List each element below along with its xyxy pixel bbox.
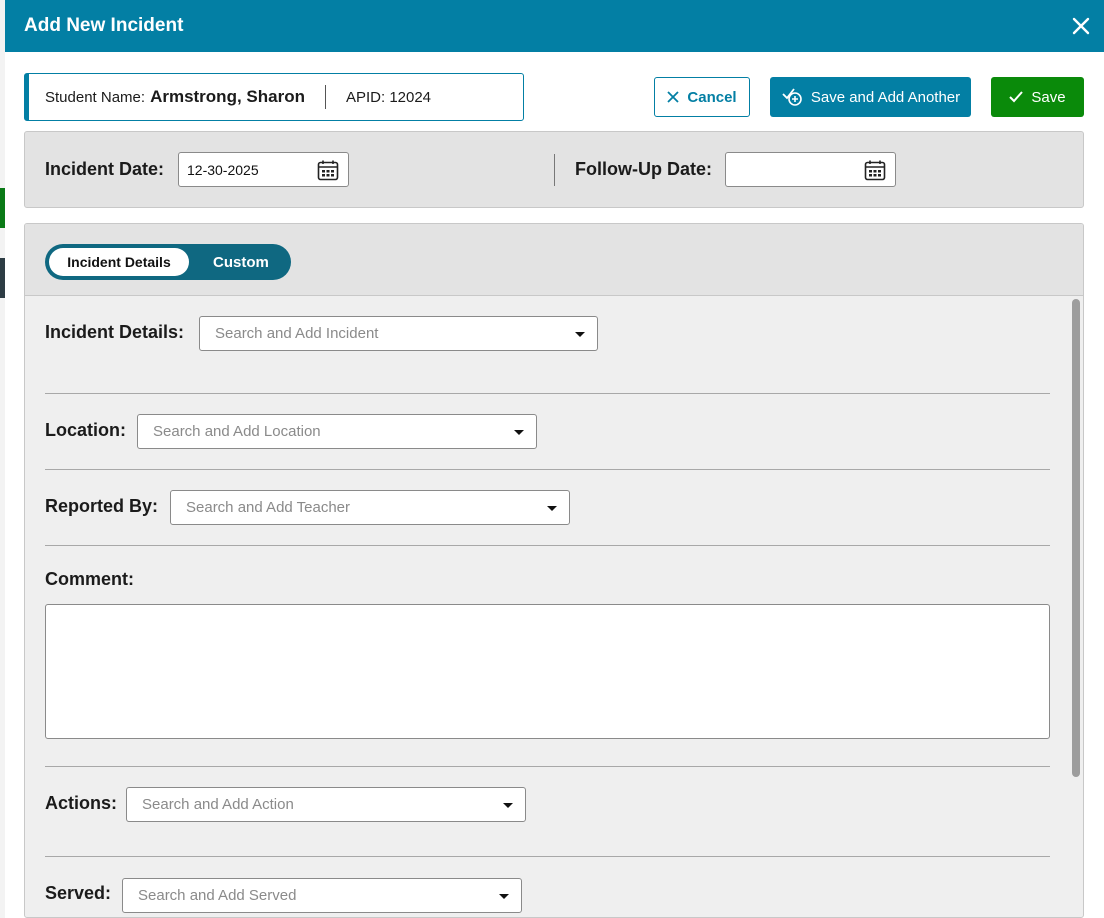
- close-icon[interactable]: [1072, 13, 1090, 39]
- incident-select[interactable]: Search and Add Incident: [199, 316, 598, 351]
- calendar-icon[interactable]: [864, 159, 886, 181]
- student-info-divider: [324, 85, 326, 109]
- add-incident-modal: Add New Incident Student Name: Armstrong…: [5, 0, 1104, 918]
- date-divider: [554, 154, 555, 186]
- incident-date-label: Incident Date:: [45, 159, 165, 179]
- served-select-placeholder: Search and Add Served: [138, 887, 297, 904]
- tab-incident-details[interactable]: Incident Details: [49, 248, 189, 276]
- divider: [45, 469, 1050, 470]
- dropdown-caret-icon: [503, 803, 513, 808]
- incident-date-value: 12-30-2025: [187, 162, 259, 178]
- location-label: Location:: [45, 420, 126, 440]
- location-select-placeholder: Search and Add Location: [153, 423, 321, 440]
- tab-header: Incident Details Custom: [25, 224, 1083, 296]
- reported-by-select-placeholder: Search and Add Teacher: [186, 499, 351, 516]
- location-select[interactable]: Search and Add Location: [137, 414, 537, 449]
- dropdown-caret-icon: [575, 332, 585, 337]
- close-icon: [667, 91, 680, 103]
- dropdown-caret-icon: [547, 506, 557, 511]
- followup-date-input[interactable]: [725, 152, 896, 187]
- actions-select-placeholder: Search and Add Action: [142, 796, 294, 813]
- actions-select[interactable]: Search and Add Action: [126, 787, 526, 822]
- student-info-card: Student Name: Armstrong, Sharon APID: 12…: [24, 73, 524, 121]
- tab-custom[interactable]: Custom: [213, 254, 269, 271]
- followup-date-label: Follow-Up Date:: [575, 159, 712, 179]
- save-and-add-another-button[interactable]: Save and Add Another: [770, 77, 971, 117]
- check-icon: [1009, 91, 1024, 103]
- served-label: Served:: [45, 883, 112, 903]
- incident-select-placeholder: Search and Add Incident: [215, 325, 379, 342]
- incident-details-label: Incident Details:: [45, 322, 185, 342]
- scrollbar[interactable]: [1072, 299, 1080, 777]
- save-button[interactable]: Save: [991, 77, 1084, 117]
- student-name-value: Armstrong, Sharon: [150, 87, 305, 106]
- date-panel: Incident Date: 12-30-2025 Follow-Up Date…: [24, 131, 1084, 208]
- student-name-label: Student Name:: [45, 88, 146, 106]
- dropdown-caret-icon: [514, 430, 524, 435]
- save-and-add-another-label: Save and Add Another: [810, 88, 961, 106]
- cancel-button[interactable]: Cancel: [654, 77, 750, 117]
- actions-label: Actions:: [45, 793, 117, 813]
- incident-details-panel: Incident Details Custom Incident Details…: [24, 223, 1084, 918]
- divider: [45, 856, 1050, 857]
- cancel-button-label: Cancel: [687, 88, 737, 106]
- incident-date-input[interactable]: 12-30-2025: [178, 152, 349, 187]
- modal-title: Add New Incident: [24, 15, 184, 36]
- divider: [45, 393, 1050, 394]
- calendar-icon[interactable]: [317, 159, 339, 181]
- top-row: Student Name: Armstrong, Sharon APID: 12…: [5, 52, 1104, 132]
- modal-header: Add New Incident: [5, 0, 1104, 52]
- dropdown-caret-icon: [499, 894, 509, 899]
- reported-by-select[interactable]: Search and Add Teacher: [170, 490, 570, 525]
- served-select[interactable]: Search and Add Served: [122, 878, 522, 913]
- reported-by-label: Reported By:: [45, 496, 159, 516]
- student-apid: APID: 12024: [345, 88, 432, 106]
- comment-textarea[interactable]: [45, 604, 1050, 739]
- save-button-label: Save: [1031, 88, 1066, 106]
- tab-toggle: Incident Details Custom: [45, 244, 291, 280]
- divider: [45, 545, 1050, 546]
- divider: [45, 766, 1050, 767]
- check-plus-icon: [782, 88, 802, 106]
- comment-label: Comment:: [45, 569, 134, 589]
